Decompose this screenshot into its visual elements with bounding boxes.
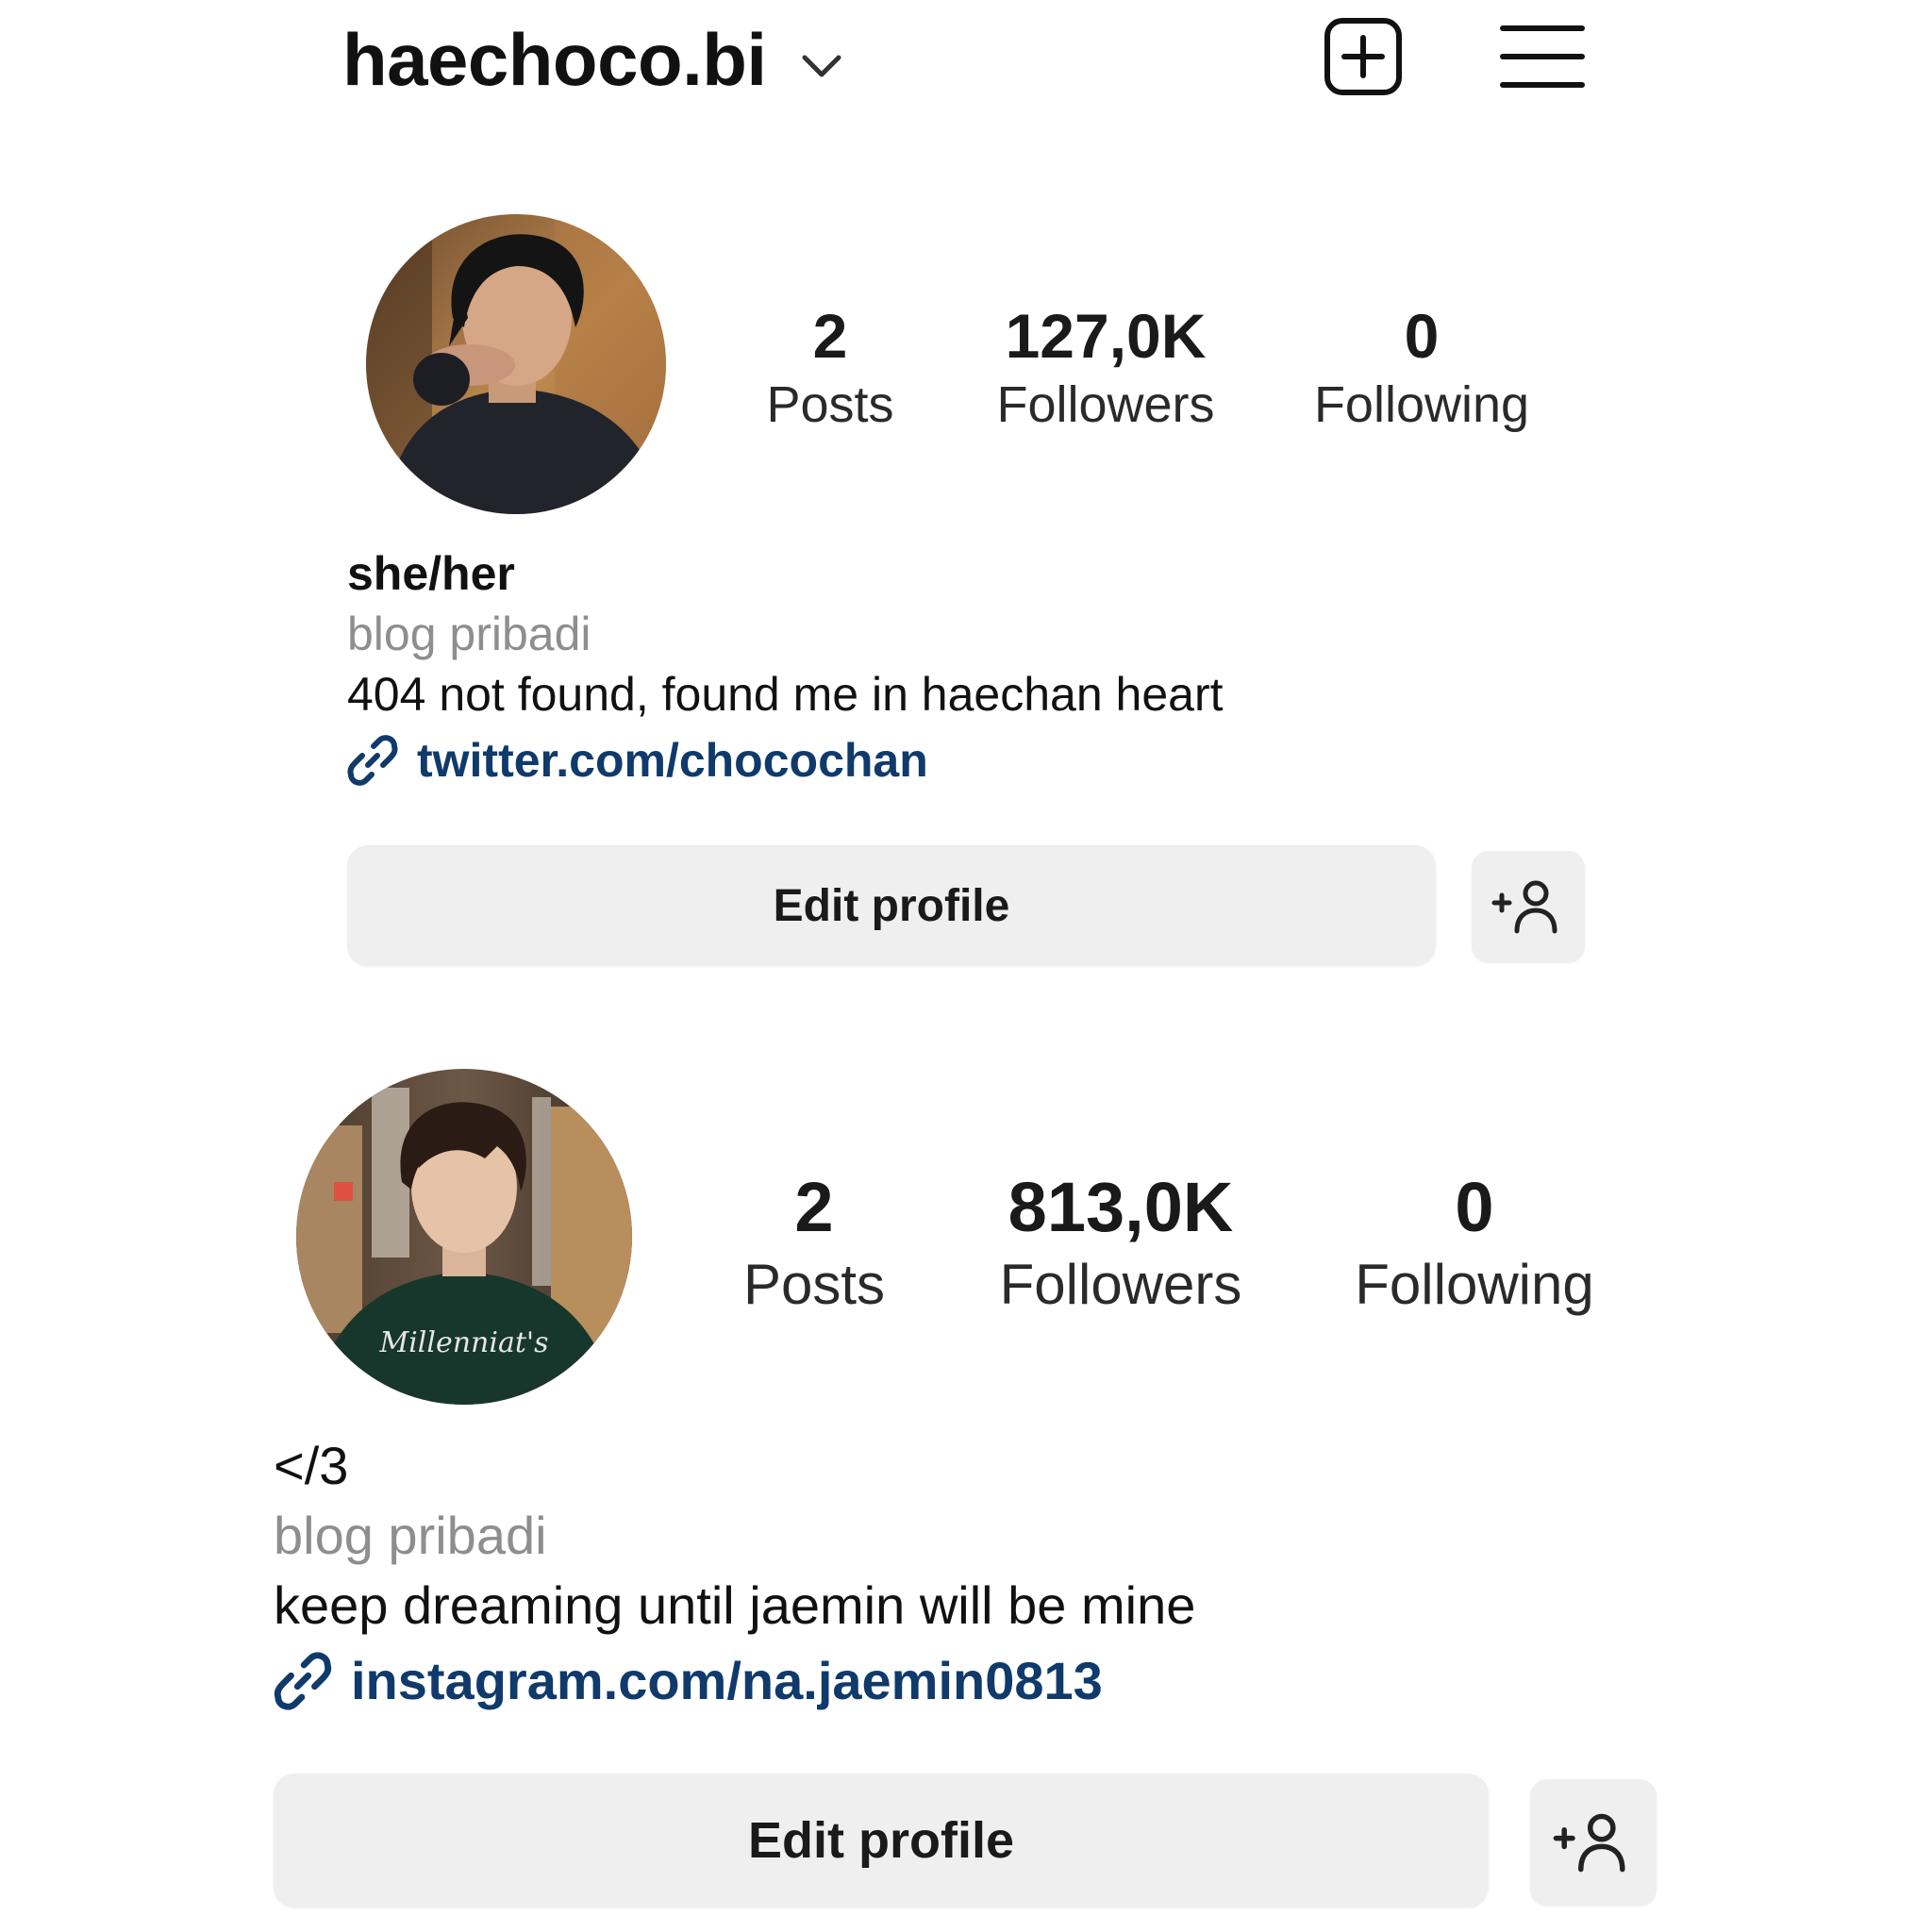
category-label: blog pribadi	[274, 1506, 547, 1565]
stat-posts[interactable]: 2 Posts	[743, 1168, 885, 1323]
bio-link[interactable]: instagram.com/na.jaemin0813	[272, 1649, 1103, 1713]
svg-text:Millenniat's: Millenniat's	[378, 1326, 548, 1359]
pronouns: </3	[274, 1436, 349, 1495]
posts-label: Posts	[742, 1253, 886, 1316]
edit-profile-label: Edit profile	[748, 1812, 1014, 1869]
bio-text: keep dreaming until jaemin will be mine	[274, 1575, 1196, 1635]
profile-card-2: Millenniat's 2 Posts 813,0K Followers 0 …	[0, 0, 1932, 1932]
link-text: instagram.com/na.jaemin0813	[351, 1651, 1103, 1710]
screen: haechoco.bi 2 Posts 127,0K Followers 0 F…	[0, 0, 1932, 1932]
stat-following[interactable]: 0 Following	[1355, 1168, 1593, 1323]
posts-count: 2	[794, 1168, 834, 1246]
followers-label: Followers	[999, 1253, 1242, 1316]
following-label: Following	[1355, 1253, 1594, 1316]
following-count: 0	[1455, 1168, 1494, 1246]
profile-photo: Millenniat's	[296, 1069, 632, 1405]
followers-count: 813,0K	[1008, 1168, 1234, 1246]
add-user-button[interactable]	[1530, 1779, 1657, 1906]
link-icon	[274, 1652, 332, 1710]
add-user-icon	[1553, 1813, 1625, 1873]
edit-profile-button[interactable]: Edit profile	[274, 1774, 1489, 1907]
stat-followers[interactable]: 813,0K Followers	[1000, 1168, 1242, 1323]
avatar[interactable]: Millenniat's	[296, 1069, 632, 1405]
